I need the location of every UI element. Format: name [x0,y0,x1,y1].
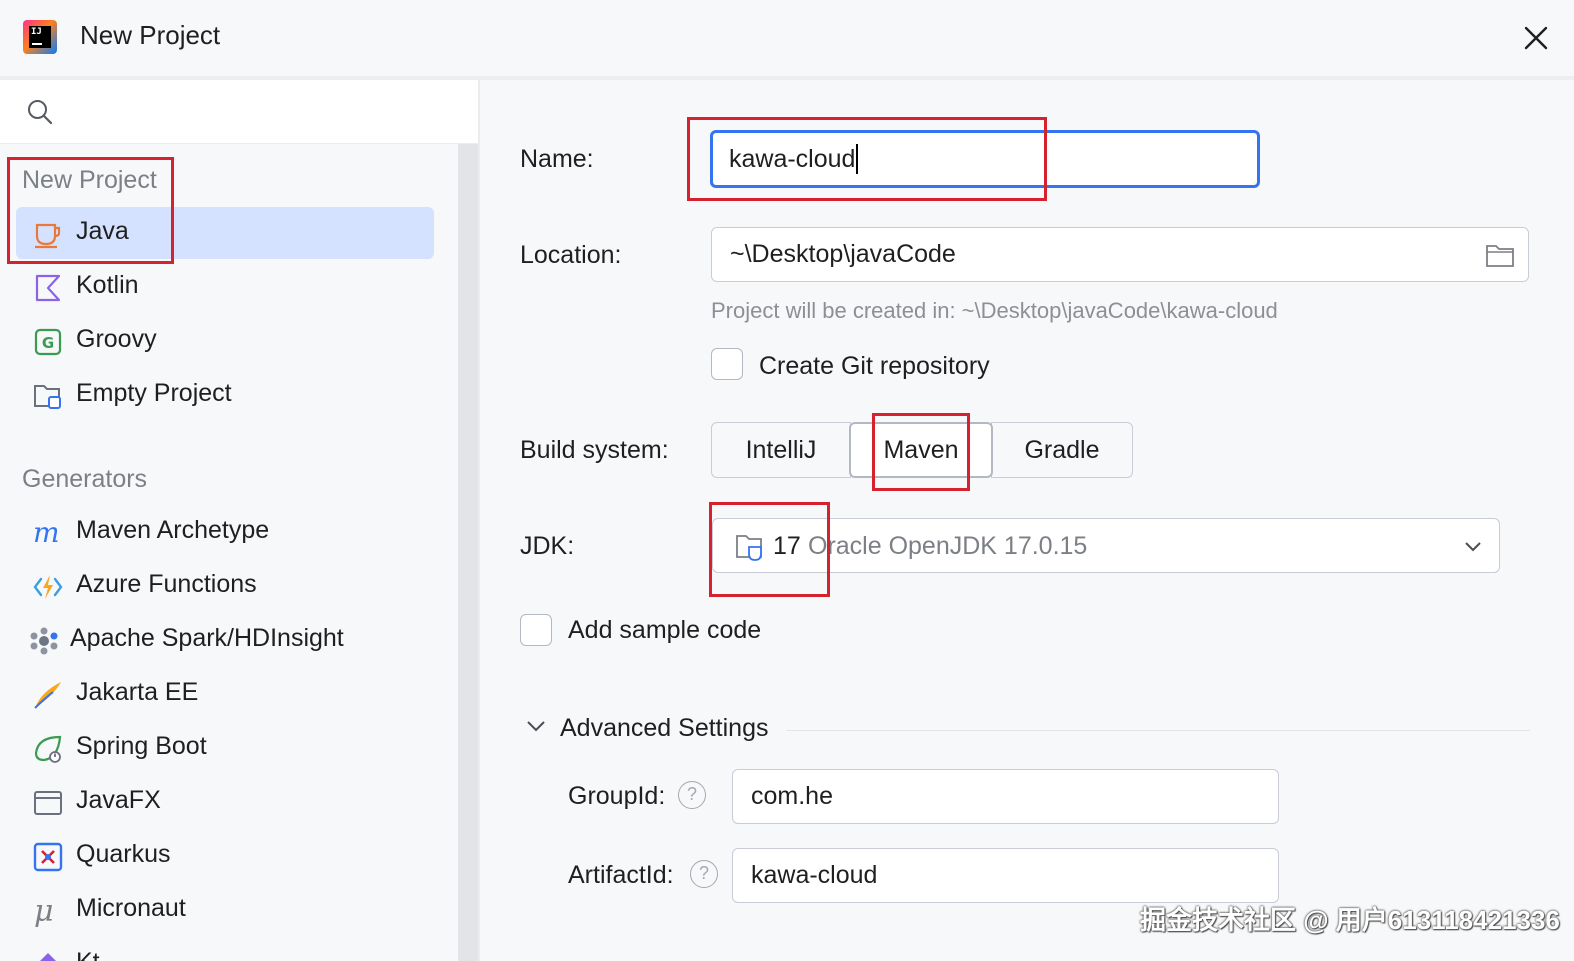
sidebar-item-label: Azure Functions [76,570,257,598]
name-label: Name: [520,145,594,173]
sidebar-item-java[interactable]: Java [16,207,434,259]
sidebar-item-label: JavaFX [76,786,161,814]
groupid-input[interactable]: com.he [732,769,1279,824]
sidebar-item-label: Groovy [76,325,157,353]
spring-boot-icon [34,735,62,763]
maven-archetype-icon: m [33,517,60,549]
add-sample-code-label[interactable]: Add sample code [568,616,761,645]
title-bar: IJ New Project [0,0,1574,76]
svg-text:G: G [42,334,54,352]
ktor-icon [40,953,56,961]
chevron-down-icon [1465,542,1481,552]
sidebar-item-spring-boot[interactable]: Spring Boot [16,722,434,774]
sidebar-item-label: Jakarta EE [76,678,199,706]
add-sample-code-checkbox[interactable] [520,614,552,646]
section-title-generators: Generators [22,465,148,493]
location-input[interactable]: ~\Desktop\javaCode [711,227,1529,282]
sidebar-item-empty-project[interactable]: Empty Project [16,369,434,421]
java-cup-icon [35,223,61,249]
azure-functions-icon [33,575,63,599]
build-option-intellij[interactable]: IntelliJ [711,422,851,478]
jdk-folder-icon [736,535,762,561]
watermark: 掘金技术社区 @ 用户613118421336 [1140,905,1560,935]
advanced-settings-divider [786,730,1530,731]
chevron-down-icon[interactable] [524,716,548,736]
micronaut-icon: μ [34,895,54,927]
sidebar-item-label: Apache Spark/HDInsight [70,624,344,652]
jdk-label: JDK: [520,532,575,560]
project-settings-form: Name: kawa-cloud Location: ~\Desktop\jav… [480,80,1574,961]
jakarta-ee-icon [34,682,61,709]
build-option-gradle[interactable]: Gradle [991,422,1133,478]
intellij-logo-icon: IJ [23,20,57,54]
sidebar-item-jakarta-ee[interactable]: Jakarta EE [16,668,434,720]
sidebar-item-label: Kotlin [76,271,139,299]
build-system-label: Build system: [520,436,669,464]
name-input-value: kawa-cloud [729,144,856,173]
groupid-help-icon[interactable]: ? [678,781,706,809]
advanced-settings-toggle[interactable]: Advanced Settings [560,714,768,743]
create-git-checkbox[interactable] [711,348,743,380]
javafx-icon [34,791,62,815]
build-option-maven[interactable]: Maven [849,422,993,478]
groupid-input-value: com.he [751,782,833,810]
location-hint: Project will be created in: ~\Desktop\ja… [711,298,1278,323]
jdk-dropdown[interactable]: 17 Oracle OpenJDK 17.0.15 [712,518,1500,573]
sidebar-item-groovy[interactable]: G Groovy [16,315,434,367]
sidebar-item-label: Empty Project [76,379,232,407]
svg-text:μ: μ [34,895,54,927]
sidebar-item-azure-functions[interactable]: Azure Functions [16,560,434,612]
sidebar-item-maven-archetype[interactable]: m Maven Archetype [16,506,434,558]
location-label: Location: [520,241,622,269]
project-type-sidebar: New Project Java Kotlin G Groovy Empty P… [0,80,478,961]
close-icon[interactable] [1518,20,1554,56]
sidebar-item-apache-spark[interactable]: Apache Spark/HDInsight [16,614,434,666]
artifactid-input-value: kawa-cloud [751,861,878,889]
jdk-version: 17 [773,532,801,560]
sidebar-search[interactable] [0,80,478,144]
apache-spark-icon [30,627,58,655]
artifactid-label: ArtifactId: [568,861,674,889]
window-title: New Project [80,20,221,50]
kotlin-icon [35,274,61,302]
sidebar-item-label: Java [76,217,129,245]
sidebar-item-label: Spring Boot [76,732,207,760]
groovy-icon: G [34,328,62,356]
text-caret [856,144,859,174]
sidebar-item-label: Micronaut [76,894,186,922]
section-title-new-project: New Project [22,166,157,194]
empty-project-icon [34,385,61,409]
sidebar-item-javafx[interactable]: JavaFX [16,776,434,828]
sidebar-item-micronaut[interactable]: μ Micronaut [16,884,434,936]
artifactid-help-icon[interactable]: ? [690,860,718,888]
location-input-value: ~\Desktop\javaCode [730,240,956,268]
quarkus-icon [33,842,63,872]
sidebar-item-label: Maven Archetype [76,516,270,544]
sidebar-item-kotlin[interactable]: Kotlin [16,261,434,313]
sidebar-scrollbar[interactable] [458,144,478,961]
artifactid-input[interactable]: kawa-cloud [732,848,1279,903]
sidebar-item-quarkus[interactable]: Quarkus [16,830,434,882]
svg-text:m: m [33,517,60,549]
search-icon[interactable] [26,98,54,126]
jdk-name: Oracle OpenJDK 17.0.15 [808,532,1088,560]
sidebar-item-ktor[interactable]: Kt [16,938,434,961]
name-input[interactable]: kawa-cloud [710,130,1260,188]
groupid-label: GroupId: [568,782,666,810]
create-git-label[interactable]: Create Git repository [759,352,990,381]
sidebar-item-label: Kt [76,948,100,961]
folder-browse-icon[interactable] [1485,242,1515,268]
sidebar-item-label: Quarkus [76,840,171,868]
